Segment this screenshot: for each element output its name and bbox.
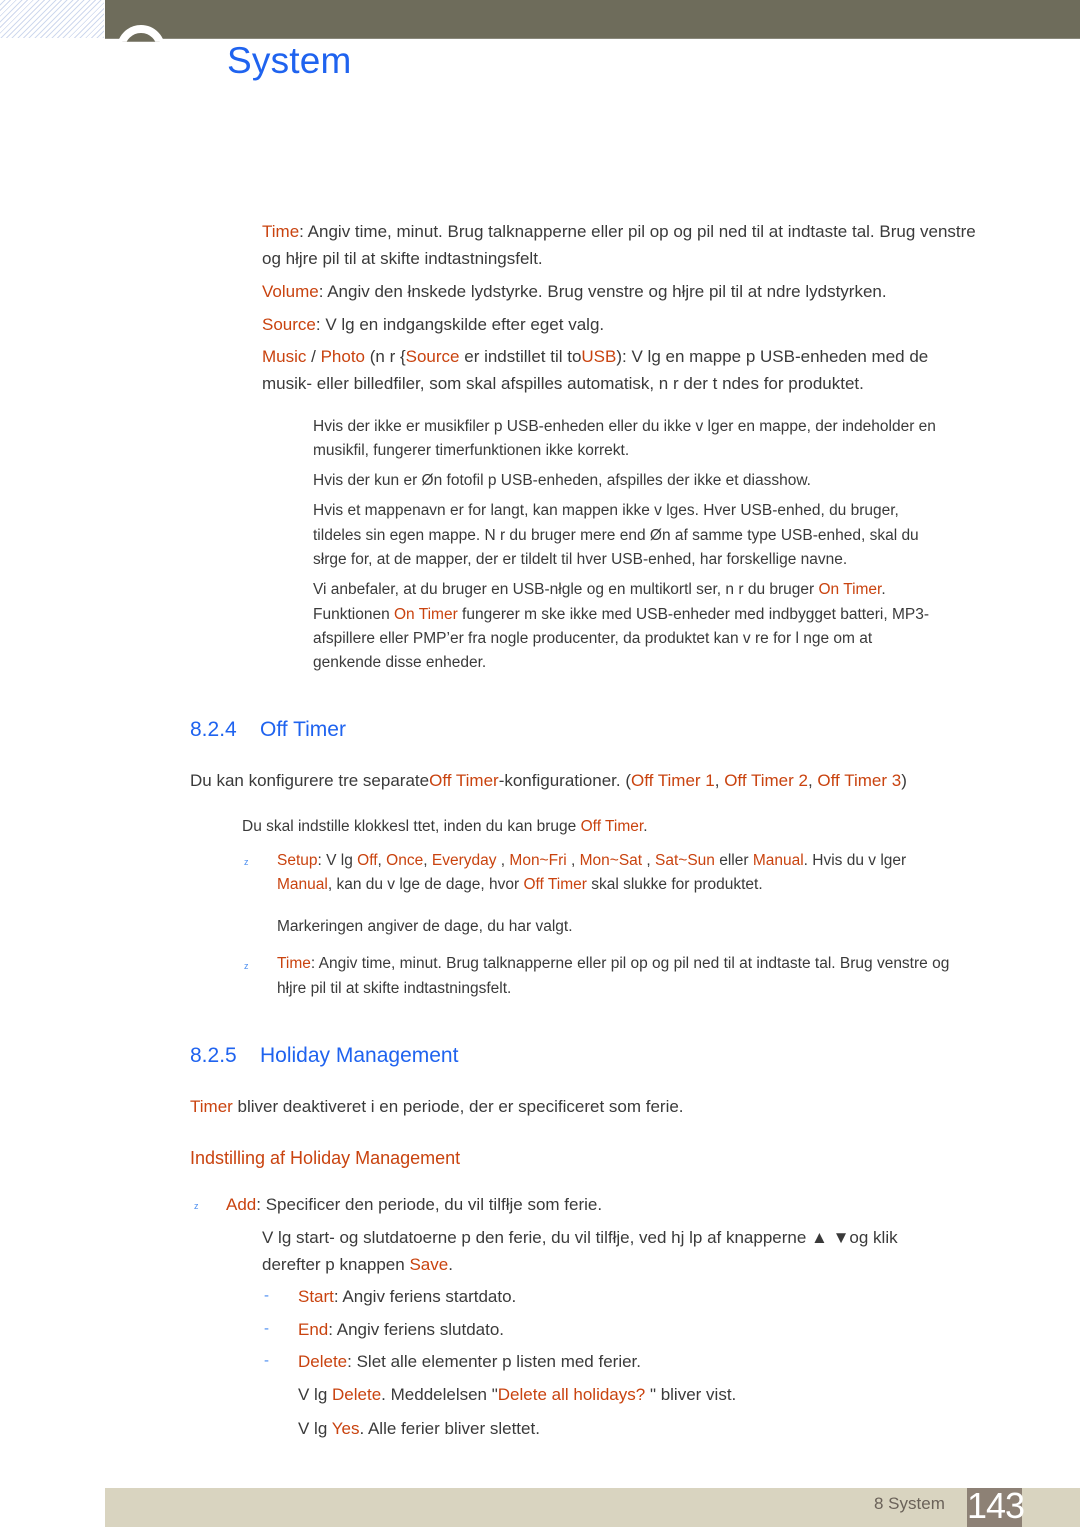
off-timer-intro: Du kan konfigurere tre separateOff Timer…	[190, 771, 907, 790]
term-off-timer-3: Off Timer 3	[817, 771, 902, 790]
term-volume: Volume	[262, 282, 319, 301]
holiday-add: Add: Specificer den periode, du vil tilf…	[226, 1195, 603, 1214]
section-title: Off Timer	[260, 718, 346, 741]
header-bar	[105, 0, 1080, 39]
off-timer-time: Time: Angiv time, minut. Brug talknapper…	[277, 955, 950, 972]
section-title: Holiday Management	[260, 1044, 459, 1067]
section-number: 8.2.5	[190, 1044, 237, 1067]
note-4-line4: genkende disse enheder.	[313, 654, 487, 671]
item-volume: Volume: Angiv den łnskede lydstyrke. Bru…	[262, 282, 887, 301]
section-heading-holiday-management: 8.2.5 Holiday Management	[190, 1044, 458, 1068]
term-off-timer-1: Off Timer 1	[630, 771, 715, 790]
holiday-delete-step2: V lg Yes. Alle ferier bliver slettet.	[298, 1419, 540, 1438]
off-timer-note: Du skal indstille klokkesl ttet, inden d…	[242, 818, 648, 835]
term-off-timer-2: Off Timer 2	[724, 771, 808, 790]
note-2-line1: Hvis der kun er Øn fotofil p USB-enheden…	[313, 472, 811, 489]
bullet-icon: z	[244, 961, 249, 971]
dash-bullet-icon: -	[264, 1320, 269, 1337]
off-timer-time-cont: hłjre pil til at skifte indtastningsfelt…	[277, 980, 512, 997]
term-save: Save	[409, 1255, 449, 1274]
marking-note: Markeringen angiver de dage, du har valg…	[277, 918, 573, 935]
term-photo: Photo	[320, 347, 366, 366]
chapter-marker-icon	[117, 25, 165, 42]
off-timer-setup: Setup: V lg Off, Once, Everyday , Mon~Fr…	[277, 852, 907, 869]
note-3-line1: Hvis et mappenavn er for langt, kan mapp…	[313, 502, 899, 519]
note-3-line2: tildeles sin egen mappe. N r du bruger m…	[313, 527, 919, 544]
section-number: 8.2.4	[190, 718, 237, 741]
page-number: 143	[967, 1485, 1025, 1526]
footer-chapter-label: 8 System	[874, 1494, 945, 1513]
holiday-start: Start: Angiv feriens startdato.	[298, 1287, 517, 1306]
term-setup: Setup	[277, 852, 318, 869]
holiday-end: End: Angiv feriens slutdato.	[298, 1320, 505, 1339]
holiday-delete: Delete: Slet alle elementer p listen med…	[298, 1352, 642, 1371]
dash-bullet-icon: -	[264, 1352, 269, 1369]
note-1-line1: Hvis der ikke er musikfiler p USB-enhede…	[313, 418, 936, 435]
page-title: System	[227, 40, 352, 81]
note-4-line2: Funktionen On Timer fungerer m ske ikke …	[313, 606, 929, 623]
note-4-line1: Vi anbefaler, at du bruger en USB-nłgle …	[313, 581, 886, 598]
term-on-timer: On Timer	[818, 581, 882, 598]
dash-bullet-icon: -	[264, 1287, 269, 1304]
bullet-icon: z	[244, 857, 249, 867]
note-3-line3: słrge for, at de mapper, der er tildelt …	[313, 551, 848, 568]
item-music-photo-cont: musik- eller billedfiler, som skal afspi…	[262, 374, 864, 393]
item-time: Time: Angiv time, minut. Brug talknapper…	[262, 222, 976, 241]
term-delete-all-holidays: Delete all holidays?	[497, 1385, 650, 1404]
term-start: Start	[298, 1287, 334, 1306]
header-hatch-pattern	[0, 0, 104, 38]
term-end: End	[298, 1320, 329, 1339]
holiday-delete-step1: V lg Delete. Meddelelsen "Delete all hol…	[298, 1385, 737, 1404]
off-timer-setup-cont: Manual, kan du v lge de dage, hvor Off T…	[277, 876, 763, 893]
holiday-add-desc: V lg start- og slutdatoerne p den ferie,…	[262, 1228, 898, 1247]
holiday-add-desc-cont: derefter p knappen Save.	[262, 1255, 453, 1274]
bullet-icon: z	[194, 1201, 199, 1211]
section-heading-off-timer: 8.2.4 Off Timer	[190, 718, 346, 742]
item-source: Source: V lg en indgangskilde efter eget…	[262, 315, 605, 334]
subheading-holiday-settings: Indstilling af Holiday Management	[190, 1148, 461, 1168]
term-time: Time	[277, 955, 311, 972]
holiday-intro: Timer bliver deaktiveret i en periode, d…	[190, 1097, 684, 1116]
term-yes: Yes	[331, 1419, 360, 1438]
term-source: Source	[405, 347, 460, 366]
item-time-cont: og hłjre pil til at skifte indtastningsf…	[262, 249, 543, 268]
term-delete: Delete	[298, 1352, 348, 1371]
term-timer: Timer	[190, 1097, 233, 1116]
term-usb: USB	[581, 347, 617, 366]
item-music-photo: Music / Photo (n r {Source er indstillet…	[262, 347, 929, 366]
term-add: Add	[226, 1195, 257, 1214]
term-on-timer: On Timer	[394, 606, 458, 623]
term-time: Time	[262, 222, 300, 241]
note-4-line3: afspillere eller PMP’er fra nogle produc…	[313, 630, 873, 647]
note-1-line2: musikfil, fungerer timerfunktionen ikke …	[313, 442, 630, 459]
term-music: Music	[262, 347, 307, 366]
term-source: Source	[262, 315, 316, 334]
